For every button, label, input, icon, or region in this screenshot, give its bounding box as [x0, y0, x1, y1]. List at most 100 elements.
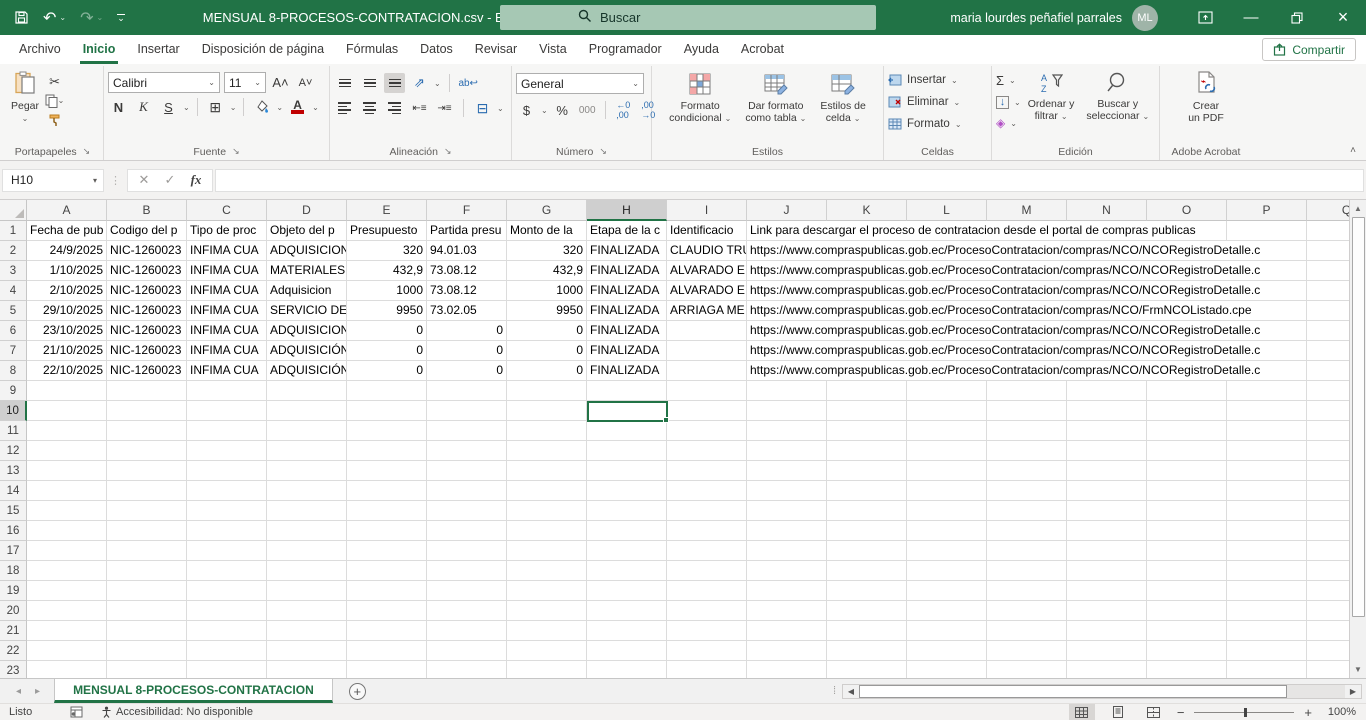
row-header-3[interactable]: 3 — [0, 261, 27, 281]
cell-K15[interactable] — [827, 501, 907, 521]
cell-J14[interactable] — [747, 481, 827, 501]
cell-O12[interactable] — [1147, 441, 1227, 461]
column-header-E[interactable]: E — [347, 200, 427, 221]
sheet-bar-splitter[interactable]: ⁞ — [833, 685, 836, 697]
sheet-nav-left-icon[interactable]: ◂ — [16, 686, 21, 697]
cell-C2[interactable]: INFIMA CUA — [187, 241, 267, 261]
cell-B7[interactable]: NIC-1260023 — [107, 341, 187, 361]
cell-L17[interactable] — [907, 541, 987, 561]
cell-D16[interactable] — [267, 521, 347, 541]
cell-H7[interactable]: FINALIZADA — [587, 341, 667, 361]
cell-B8[interactable]: NIC-1260023 — [107, 361, 187, 381]
cell-B5[interactable]: NIC-1260023 — [107, 301, 187, 321]
cell-B23[interactable] — [107, 661, 187, 678]
cell-C10[interactable] — [187, 401, 267, 421]
cell-Q8[interactable] — [1307, 361, 1349, 381]
cell-N23[interactable] — [1067, 661, 1147, 678]
cell-N19[interactable] — [1067, 581, 1147, 601]
cell-G9[interactable] — [507, 381, 587, 401]
cell-F15[interactable] — [427, 501, 507, 521]
cell-N13[interactable] — [1067, 461, 1147, 481]
zoom-level[interactable]: 100% — [1322, 706, 1356, 718]
cell-A6[interactable]: 23/10/2025 — [27, 321, 107, 341]
cell-I4[interactable]: ALVARADO E — [667, 281, 747, 301]
cell-E1[interactable]: Presupuesto — [347, 221, 427, 241]
cell-K14[interactable] — [827, 481, 907, 501]
delete-cells-button[interactable]: Eliminar⌄ — [888, 96, 962, 108]
cell-P23[interactable] — [1227, 661, 1307, 678]
tab-acrobat[interactable]: Acrobat — [730, 35, 795, 64]
page-break-view-icon[interactable] — [1141, 704, 1167, 720]
cell-F8[interactable]: 0 — [427, 361, 507, 381]
row-header-19[interactable]: 19 — [0, 581, 27, 601]
cell-Q2[interactable] — [1307, 241, 1349, 261]
cell-P16[interactable] — [1227, 521, 1307, 541]
cell-H6[interactable]: FINALIZADA — [587, 321, 667, 341]
cell-N22[interactable] — [1067, 641, 1147, 661]
cell-D4[interactable]: Adquisicion — [267, 281, 347, 301]
cell-Q19[interactable] — [1307, 581, 1349, 601]
currency-format-icon[interactable]: $ — [516, 100, 537, 120]
redo-icon[interactable]: ↷⌄ — [80, 8, 103, 28]
cell-G1[interactable]: Monto de la — [507, 221, 587, 241]
cell-O22[interactable] — [1147, 641, 1227, 661]
column-header-A[interactable]: A — [27, 200, 107, 221]
cell-O14[interactable] — [1147, 481, 1227, 501]
cell-I21[interactable] — [667, 621, 747, 641]
cell-D21[interactable] — [267, 621, 347, 641]
cell-I5[interactable]: ARRIAGA ME — [667, 301, 747, 321]
cell-D12[interactable] — [267, 441, 347, 461]
cell-C9[interactable] — [187, 381, 267, 401]
cell-J13[interactable] — [747, 461, 827, 481]
cell-E10[interactable] — [347, 401, 427, 421]
tab-programador[interactable]: Programador — [578, 35, 673, 64]
row-header-4[interactable]: 4 — [0, 281, 27, 301]
cell-G10[interactable] — [507, 401, 587, 421]
cell-L23[interactable] — [907, 661, 987, 678]
cell-Q12[interactable] — [1307, 441, 1349, 461]
cell-H8[interactable]: FINALIZADA — [587, 361, 667, 381]
bold-button[interactable]: N — [108, 97, 129, 117]
cell-B4[interactable]: NIC-1260023 — [107, 281, 187, 301]
cell-J11[interactable] — [747, 421, 827, 441]
customize-qat-icon[interactable]: ⌄ — [117, 14, 125, 21]
cell-J23[interactable] — [747, 661, 827, 678]
minimize-button[interactable]: — — [1228, 0, 1274, 35]
cell-B6[interactable]: NIC-1260023 — [107, 321, 187, 341]
cell-A7[interactable]: 21/10/2025 — [27, 341, 107, 361]
cell-H10[interactable] — [587, 401, 667, 421]
cell-C14[interactable] — [187, 481, 267, 501]
cell-N15[interactable] — [1067, 501, 1147, 521]
cell-K19[interactable] — [827, 581, 907, 601]
cell-E14[interactable] — [347, 481, 427, 501]
cell-A4[interactable]: 2/10/2025 — [27, 281, 107, 301]
cell-I12[interactable] — [667, 441, 747, 461]
zoom-slider[interactable] — [1194, 712, 1294, 713]
tab-insertar[interactable]: Insertar — [126, 35, 190, 64]
cell-H19[interactable] — [587, 581, 667, 601]
copy-icon[interactable]: ⌄ — [44, 91, 65, 110]
cell-P14[interactable] — [1227, 481, 1307, 501]
cell-K16[interactable] — [827, 521, 907, 541]
cell-P22[interactable] — [1227, 641, 1307, 661]
cell-E2[interactable]: 320 — [347, 241, 427, 261]
cell-H16[interactable] — [587, 521, 667, 541]
normal-view-icon[interactable] — [1069, 704, 1095, 720]
cell-M18[interactable] — [987, 561, 1067, 581]
tab-archivo[interactable]: Archivo — [8, 35, 72, 64]
cell-F19[interactable] — [427, 581, 507, 601]
cell-E19[interactable] — [347, 581, 427, 601]
cell-M21[interactable] — [987, 621, 1067, 641]
cell-G12[interactable] — [507, 441, 587, 461]
cell-O9[interactable] — [1147, 381, 1227, 401]
row-header-6[interactable]: 6 — [0, 321, 27, 341]
zoom-slider-thumb[interactable] — [1244, 708, 1247, 717]
cell-B12[interactable] — [107, 441, 187, 461]
increase-indent-icon[interactable]: ⇥≡ — [434, 98, 455, 118]
fill-color-icon[interactable] — [251, 97, 272, 117]
cell-Q10[interactable] — [1307, 401, 1349, 421]
cell-C3[interactable]: INFIMA CUA — [187, 261, 267, 281]
cell-C7[interactable]: INFIMA CUA — [187, 341, 267, 361]
zoom-in-icon[interactable]: + — [1304, 705, 1312, 720]
cell-O17[interactable] — [1147, 541, 1227, 561]
